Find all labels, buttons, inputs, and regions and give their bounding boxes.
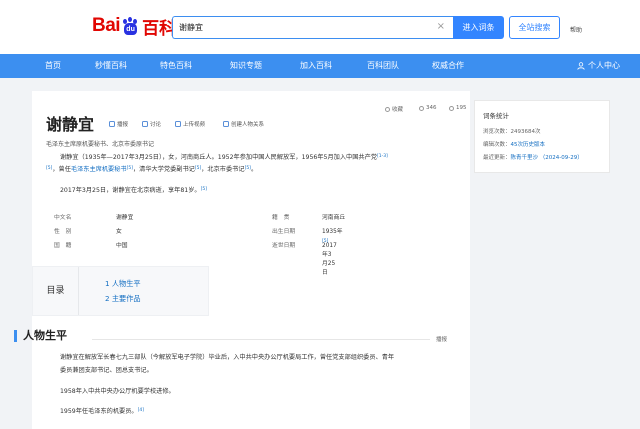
- star-icon: [385, 106, 390, 112]
- summary-line-3: 2017年3月25日，谢静宜在北京病逝，享年81岁。[5]: [60, 187, 207, 194]
- toc-label: 目录: [33, 267, 79, 315]
- infobox-row: 中文名 谢静宜 籍 贯河南商丘: [54, 215, 346, 221]
- logo-baike: 百科: [142, 18, 177, 39]
- nav-cooperation[interactable]: 权威合作: [432, 54, 464, 78]
- logo-bai: Bai: [92, 15, 121, 36]
- ref-link[interactable]: [1-3]: [377, 154, 388, 159]
- stats-updated: 最近更新：陈青千里沙 （2024-09-29）: [483, 155, 583, 161]
- ref-link[interactable]: [5]: [201, 187, 207, 192]
- search-input[interactable]: [173, 17, 423, 37]
- enter-entry-button[interactable]: 进入词条: [453, 16, 504, 39]
- entry-title: 谢静宜: [46, 115, 95, 134]
- top-header: Bai du 百科 × 进入词条 全站搜索 帮助: [0, 0, 640, 54]
- ref-link[interactable]: [5]: [46, 166, 52, 171]
- ref-link[interactable]: [5]: [127, 166, 133, 171]
- section-broadcast-button[interactable]: 播报: [436, 335, 447, 343]
- infobox-row: 性 别女 出生日期 1935年: [54, 229, 343, 235]
- ref-link[interactable]: [5]: [245, 166, 251, 171]
- ref-link[interactable]: [5]: [322, 239, 328, 244]
- user-center-link[interactable]: 个人中心: [577, 54, 620, 78]
- paw-icon: du: [121, 16, 140, 36]
- section-paragraph-1a: 谢静宜在解放军长春七九三部队（今解放军电子学院）毕业后，入中共中央办公厅机要局工…: [60, 354, 395, 361]
- secretary-link[interactable]: 毛泽东主席机要秘书: [71, 166, 127, 173]
- infobox-row: 国 籍中国 逝世日期 2017年3月25日 [5]: [54, 239, 337, 276]
- nav-join[interactable]: 加入百科: [300, 54, 332, 78]
- nav-home[interactable]: 首页: [45, 54, 61, 78]
- collect-button[interactable]: 收藏: [385, 105, 403, 113]
- nav-miaodong[interactable]: 秒懂百科: [95, 54, 127, 78]
- upload-video-button[interactable]: 上传视频: [175, 120, 205, 128]
- comment-icon: [142, 121, 148, 127]
- baidu-baike-logo[interactable]: Bai du 百科: [92, 14, 177, 39]
- ref-link[interactable]: [4]: [138, 408, 144, 413]
- entry-stats-card: 词条统计 浏览次数：2493684次 编辑次数：45次历史版本 最近更新：陈青千…: [474, 100, 610, 173]
- toc-item-works[interactable]: 2 主要作品: [105, 294, 141, 304]
- nav-topics[interactable]: 知识专题: [230, 54, 262, 78]
- stats-edits: 编辑次数：45次历史版本: [483, 142, 546, 148]
- relation-icon: [223, 121, 229, 127]
- speaker-icon: [109, 121, 115, 127]
- share-icon: [449, 105, 454, 111]
- section-paragraph-2: 1958年入中共中央办公厅机要学校进修。: [60, 388, 175, 395]
- thumb-up-icon: [419, 105, 424, 111]
- nationality-link[interactable]: 中国: [116, 240, 128, 249]
- section-divider: [92, 339, 430, 340]
- ref-link[interactable]: [5]: [195, 166, 201, 171]
- site-search-button[interactable]: 全站搜索: [509, 16, 560, 39]
- entry-subtitle: 毛泽东主席原机要秘书、北京市委原书记: [46, 141, 155, 148]
- create-relation-button[interactable]: 创建人物关系: [223, 120, 264, 128]
- like-count[interactable]: 346: [419, 105, 437, 111]
- entry-content: 谢静宜 播报 讨论 上传视频 创建人物关系 收藏 346 195 毛泽东主席原机…: [32, 91, 470, 429]
- updater-link[interactable]: 陈青千里沙 （2024-09-29）: [511, 155, 583, 161]
- section-paragraph-1b: 委员兼团支部书记、团总支书记。: [60, 367, 153, 374]
- help-link[interactable]: 帮助: [570, 25, 582, 34]
- search-box: ×: [172, 16, 453, 39]
- toc-item-biography[interactable]: 1 人物生平: [105, 279, 141, 289]
- broadcast-button[interactable]: 播报: [109, 120, 128, 128]
- section-paragraph-3: 1959年任毛泽东的机要员。[4]: [60, 408, 144, 415]
- section-title: 人物生平: [14, 330, 67, 342]
- history-link[interactable]: 45次历史版本: [511, 142, 546, 148]
- discuss-button[interactable]: 讨论: [142, 120, 161, 128]
- clear-icon[interactable]: ×: [437, 21, 445, 33]
- share-count[interactable]: 195: [449, 105, 467, 111]
- video-icon: [175, 121, 181, 127]
- summary-line-2: [5]，曾任毛泽东主席机要秘书[5]，清华大学党委副书记[5]，北京市委书记[5…: [46, 166, 258, 173]
- main-nav: 首页 秒懂百科 特色百科 知识专题 加入百科 百科团队 权威合作 个人中心: [0, 54, 640, 78]
- table-of-contents: 目录 1 人物生平 2 主要作品: [32, 266, 209, 316]
- stats-card-title: 词条统计: [483, 112, 509, 120]
- nav-team[interactable]: 百科团队: [367, 54, 399, 78]
- user-icon: [577, 62, 585, 70]
- stats-views: 浏览次数：2493684次: [483, 129, 541, 135]
- user-center-label: 个人中心: [588, 61, 620, 70]
- summary-line-1: 谢静宜（1935年—2017年3月25日），女，河南商丘人。1952年参加中国人…: [60, 154, 388, 161]
- nav-featured[interactable]: 特色百科: [160, 54, 192, 78]
